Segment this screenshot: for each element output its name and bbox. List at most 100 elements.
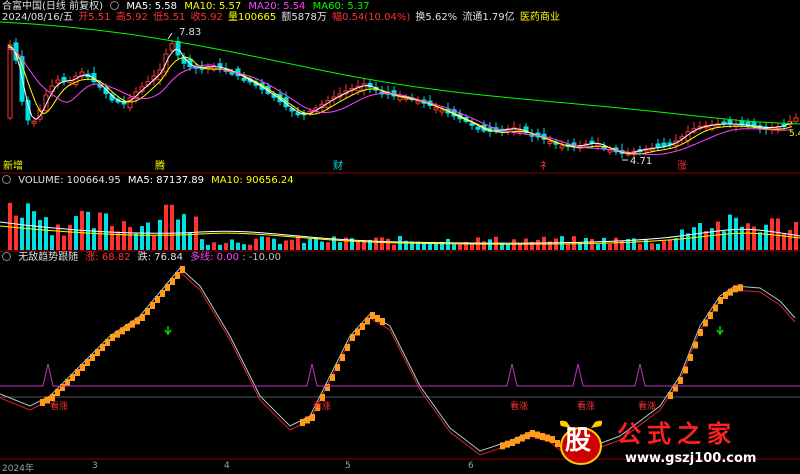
volume-bar bbox=[686, 233, 690, 250]
volume-bar bbox=[188, 232, 192, 250]
volume-bar bbox=[44, 217, 48, 250]
volume-bar bbox=[716, 221, 720, 250]
indicator-block bbox=[535, 431, 540, 439]
volume-bar bbox=[38, 219, 42, 250]
low-price-label: 4.71 bbox=[630, 156, 653, 167]
down-arrow-icon bbox=[716, 326, 724, 336]
right-price-label: 5.4 bbox=[789, 129, 800, 139]
signal-label: 看涨 bbox=[510, 402, 529, 412]
indicator-block bbox=[708, 312, 713, 319]
indicator-block bbox=[95, 349, 100, 356]
signal-label: 看涨 bbox=[50, 402, 69, 412]
volume-bar bbox=[290, 239, 294, 250]
indicator-block bbox=[110, 334, 115, 341]
volume-bar bbox=[242, 244, 246, 250]
volume-bar bbox=[284, 240, 288, 250]
candle-body bbox=[727, 119, 733, 125]
indicator-block bbox=[160, 290, 165, 297]
candle-body bbox=[433, 107, 439, 111]
candle-body bbox=[589, 140, 595, 144]
candle-body bbox=[793, 117, 799, 122]
indicator-block bbox=[80, 364, 85, 371]
volume-bar bbox=[428, 243, 432, 250]
marker-yi: 衤 bbox=[540, 161, 550, 172]
indicator-block bbox=[125, 324, 130, 331]
indicator-block bbox=[175, 272, 180, 279]
indicator-block bbox=[100, 344, 105, 351]
signal-label: 看涨 bbox=[313, 402, 332, 412]
volume-bar bbox=[134, 233, 138, 250]
candle-body bbox=[175, 40, 181, 56]
indicator-block bbox=[693, 341, 698, 349]
volume-bar bbox=[170, 204, 174, 250]
volume-bar bbox=[458, 244, 462, 250]
volume-bar bbox=[506, 244, 510, 250]
volume-bar bbox=[374, 237, 378, 250]
volume-bar bbox=[314, 237, 318, 250]
candle-body bbox=[475, 126, 481, 130]
indicator-block bbox=[130, 320, 135, 328]
indicator-block bbox=[350, 334, 355, 341]
indicator-block bbox=[300, 419, 305, 426]
candle-body bbox=[661, 142, 667, 147]
watermark-logo-icon: 股 bbox=[555, 418, 607, 468]
volume-bar bbox=[740, 226, 744, 250]
volume-bar bbox=[272, 238, 276, 250]
indicator-block bbox=[703, 319, 708, 327]
indicator-block bbox=[85, 359, 90, 366]
volume-bar bbox=[608, 243, 612, 250]
volume-bar bbox=[296, 236, 300, 250]
volume-bar bbox=[50, 235, 54, 250]
volume-bar bbox=[122, 221, 126, 250]
indicator-block bbox=[688, 354, 693, 361]
volume-bar bbox=[470, 244, 474, 250]
volume-bar bbox=[776, 218, 780, 250]
volume-bar bbox=[680, 229, 684, 250]
indicator-block bbox=[370, 312, 375, 319]
volume-bar bbox=[230, 239, 234, 250]
x-axis-label: 5 bbox=[345, 461, 351, 471]
volume-bar bbox=[194, 216, 198, 250]
indicator-block bbox=[345, 344, 350, 351]
volume-bar bbox=[128, 227, 132, 250]
indicator-block bbox=[165, 284, 170, 291]
volume-bar bbox=[380, 237, 384, 250]
indicator-block bbox=[150, 302, 155, 309]
indicator-block bbox=[668, 392, 673, 399]
candle-body bbox=[61, 77, 67, 82]
volume-bar bbox=[704, 230, 708, 250]
indicator-block bbox=[135, 317, 140, 325]
volume-bar bbox=[356, 241, 360, 250]
high-pointer bbox=[167, 32, 173, 40]
candle-body bbox=[559, 145, 565, 149]
volume-bar bbox=[224, 242, 228, 250]
volume-bar bbox=[644, 238, 648, 250]
indicator-block bbox=[340, 354, 345, 361]
marker-xinzeng: 新增 bbox=[3, 161, 23, 172]
volume-bar bbox=[218, 244, 222, 250]
high-price-label: 7.83 bbox=[179, 27, 202, 38]
volume-bar bbox=[662, 241, 666, 250]
x-axis-label: 6 bbox=[468, 461, 474, 471]
indicator-block bbox=[170, 278, 175, 285]
kline-chart[interactable] bbox=[0, 0, 800, 473]
candle-body bbox=[469, 122, 475, 126]
indicator-block bbox=[70, 374, 75, 381]
volume-bar bbox=[728, 214, 732, 250]
indicator-block bbox=[365, 317, 370, 325]
indicator-block bbox=[500, 442, 505, 450]
volume-bar bbox=[338, 242, 342, 250]
volume-bar bbox=[248, 244, 252, 250]
x-axis-label: 3 bbox=[92, 461, 98, 471]
candle-body bbox=[241, 77, 247, 81]
indicator-block bbox=[530, 430, 535, 437]
down-arrow-icon bbox=[164, 326, 172, 336]
indicator-block bbox=[40, 399, 45, 406]
indicator-block bbox=[145, 308, 150, 315]
candle-body bbox=[655, 143, 661, 148]
panel-dividers bbox=[0, 172, 800, 460]
marker-zhang: 涨 bbox=[677, 161, 687, 172]
volume-bar bbox=[74, 216, 78, 250]
indicator-block bbox=[120, 327, 125, 335]
indicator-block bbox=[520, 434, 525, 442]
